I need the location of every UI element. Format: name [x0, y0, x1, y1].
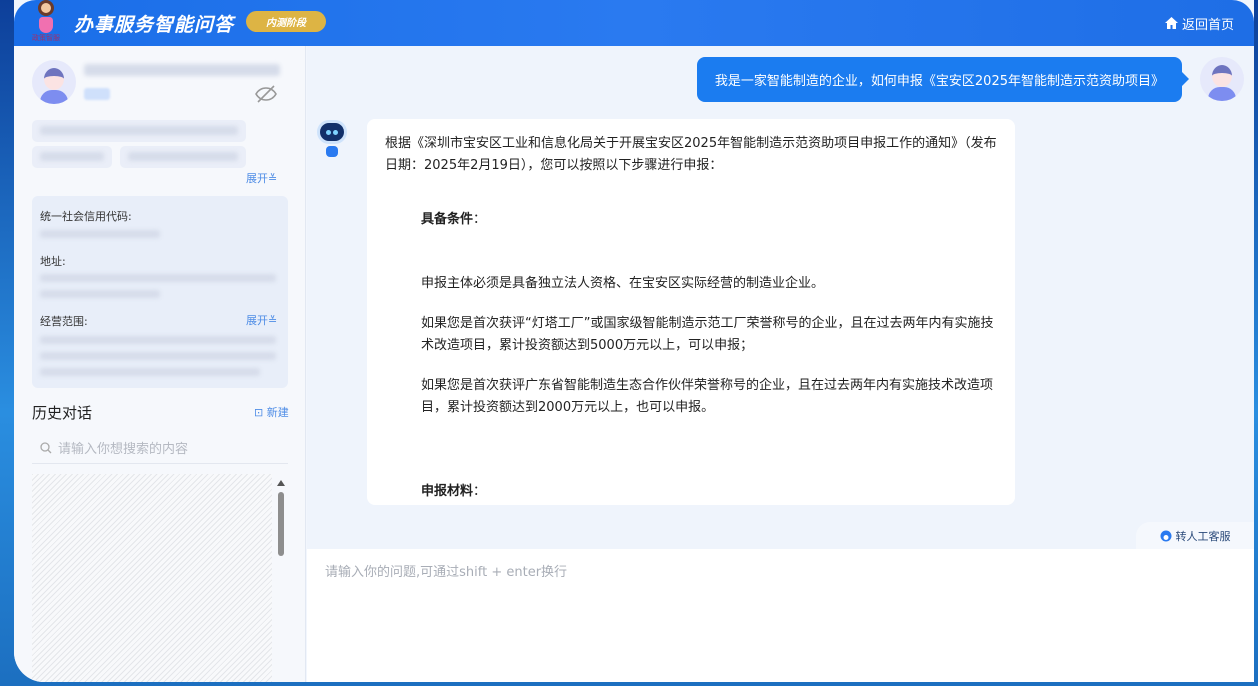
scope-blurred: [40, 368, 260, 376]
answer-paragraph: 如果您是首次获评“灯塔工厂”或国家级智能制造示范工厂荣誉称号的企业，且在过去两年…: [421, 316, 994, 353]
company-info-card: 统一社会信用代码: 地址: 经营范围: 展开≚: [32, 196, 288, 388]
app-title: 办事服务智能问答: [74, 13, 235, 36]
address-blurred: [40, 290, 160, 298]
search-placeholder: 请输入你想搜索的内容: [58, 442, 189, 457]
address-label: 地址:: [40, 255, 66, 268]
logo: 政策智服: [30, 0, 62, 46]
answer-paragraph: 如果您是首次获评广东省智能制造生态合作伙伴荣誉称号的企业，且在过去两年内有实施技…: [421, 378, 994, 415]
home-icon: [1164, 17, 1178, 29]
new-chat-button[interactable]: ⊡ 新建: [254, 404, 289, 420]
history-list[interactable]: [32, 474, 272, 682]
assistant-message: 根据《深圳市宝安区工业和信息化局关于开展宝安区2025年智能制造示范资助项目申报…: [367, 119, 1015, 505]
sidebar: 展开≚ 统一社会信用代码: 地址: 经营范围: 展开≚ 历史对话 ⊡ 新建 请输…: [14, 46, 306, 682]
scope-blurred: [40, 336, 276, 344]
user-avatar: [1200, 57, 1244, 101]
company-name-blurred: [84, 64, 280, 76]
input-placeholder: 请输入你的问题,可通过shift + enter换行: [325, 565, 568, 580]
history-search-input[interactable]: 请输入你想搜索的内容: [32, 432, 288, 464]
home-button[interactable]: 返回首页: [1164, 14, 1234, 33]
header: 政策智服 办事服务智能问答 内测阶段 返回首页: [14, 0, 1254, 46]
answer-intro: 根据《深圳市宝安区工业和信息化局关于开展宝安区2025年智能制造示范资助项目申报…: [385, 136, 997, 173]
company-tag-blurred: [84, 88, 110, 100]
headset-icon: [1160, 530, 1171, 542]
scroll-up-icon[interactable]: [277, 480, 285, 486]
app-window: 政策智服 办事服务智能问答 内测阶段 返回首页 展开≚ 统一社会信用代码: 地址…: [14, 0, 1254, 682]
hide-eye-icon[interactable]: [254, 84, 278, 104]
expand-scope-link[interactable]: 展开≚: [246, 312, 277, 328]
scope-label: 经营范围:: [40, 315, 88, 328]
tag-chip: [32, 146, 112, 168]
tag-chip: [32, 120, 246, 142]
chat-area: 我是一家智能制造的企业，如何申报《宝安区2025年智能制造示范资助项目》 根据《…: [307, 46, 1254, 682]
question-input[interactable]: 请输入你的问题,可通过shift + enter换行: [307, 549, 1254, 682]
tag-chip: [120, 146, 246, 168]
robot-avatar-icon: [315, 120, 349, 160]
expand-tags-link[interactable]: 展开≚: [246, 170, 277, 186]
company-avatar: [32, 60, 76, 104]
scroll-thumb[interactable]: [278, 492, 284, 556]
search-icon: [40, 441, 52, 453]
address-blurred: [40, 274, 276, 282]
logo-text: 政策智服: [32, 34, 60, 42]
credit-code-label: 统一社会信用代码:: [40, 210, 132, 223]
scope-blurred: [40, 352, 276, 360]
section-conditions: 具备条件：: [421, 212, 487, 227]
user-message: 我是一家智能制造的企业，如何申报《宝安区2025年智能制造示范资助项目》: [696, 57, 1190, 102]
stage-badge: 内测阶段: [246, 11, 326, 32]
history-scrollbar[interactable]: [276, 474, 286, 682]
answer-paragraph: 申报主体必须是具备独立法人资格、在宝安区实际经营的制造业企业。: [421, 276, 825, 291]
section-materials: 申报材料：: [421, 484, 487, 499]
human-service-button[interactable]: 转人工客服: [1136, 522, 1254, 550]
credit-code-blurred: [40, 230, 160, 238]
history-title: 历史对话: [32, 404, 93, 422]
home-label: 返回首页: [1181, 17, 1234, 33]
mascot-icon: [35, 0, 57, 34]
